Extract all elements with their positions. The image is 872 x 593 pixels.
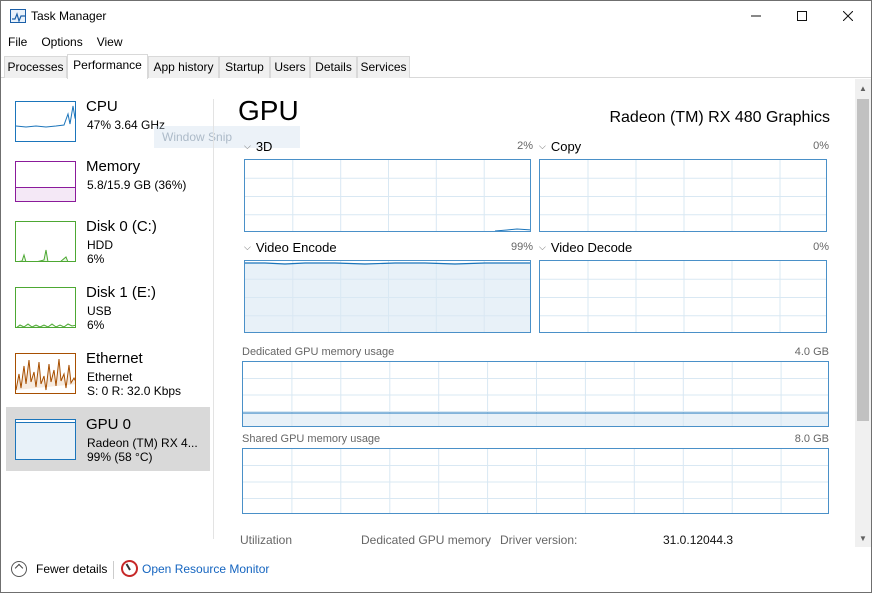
- resource-item-memory[interactable]: Memory 5.8/15.9 GB (36%): [6, 149, 210, 213]
- cpu-thumbnail-graph: [15, 101, 76, 142]
- chevron-up-circle-icon[interactable]: [11, 561, 27, 577]
- task-manager-window: Task Manager File Options View Processes…: [0, 0, 872, 593]
- title-bar: Task Manager: [1, 1, 871, 31]
- dedicated-memory-stat-label: Dedicated GPU memory: [361, 533, 492, 547]
- chevron-down-icon: ⌵: [244, 141, 251, 151]
- resource-name: Memory: [86, 158, 141, 175]
- ethernet-thumbnail-graph: [15, 353, 76, 394]
- tab-performance[interactable]: Performance: [67, 54, 148, 79]
- engine-label: Video Encode: [255, 240, 337, 255]
- engine-label: Video Decode: [550, 240, 633, 255]
- resource-usage: 6%: [87, 318, 105, 332]
- window-snip-overlay: Window Snip: [154, 126, 300, 148]
- graph-dedicated-memory: [242, 361, 829, 427]
- menu-file[interactable]: File: [1, 32, 34, 52]
- pane-divider: [213, 99, 214, 539]
- shared-memory-max: 8.0 GB: [794, 433, 829, 445]
- menu-bar: File Options View: [1, 32, 130, 52]
- minimize-button[interactable]: [733, 1, 779, 31]
- maximize-button[interactable]: [779, 1, 825, 31]
- scroll-up-arrow-icon[interactable]: ▲: [855, 79, 871, 97]
- utilization-label: Utilization: [240, 533, 293, 547]
- scrollbar-thumb[interactable]: [857, 99, 869, 421]
- vertical-scrollbar[interactable]: ▲ ▼: [855, 79, 871, 547]
- resource-detail: Radeon (TM) RX 4...: [87, 436, 198, 450]
- driver-version-label: Driver version:: [500, 533, 578, 547]
- graph-shared-memory: [242, 448, 829, 514]
- resource-name: GPU 0: [86, 416, 132, 433]
- dedicated-memory-label: Dedicated GPU memory usage: [242, 346, 395, 358]
- tab-details[interactable]: Details: [310, 56, 357, 78]
- window-title: Task Manager: [31, 9, 107, 23]
- shared-memory-label: Shared GPU memory usage: [242, 433, 381, 445]
- resource-item-ethernet[interactable]: Ethernet Ethernet S: 0 R: 32.0 Kbps: [6, 341, 210, 405]
- resource-throughput: S: 0 R: 32.0 Kbps: [87, 384, 182, 398]
- resource-usage: 6%: [87, 252, 105, 266]
- dedicated-memory-max: 4.0 GB: [794, 346, 829, 358]
- chevron-down-icon: ⌵: [244, 242, 251, 252]
- tab-bar: Processes Performance App history Startu…: [1, 54, 871, 79]
- footer-divider: [113, 561, 114, 579]
- resource-list: CPU 47% 3.64 GHz Memory 5.8/15.9 GB (36%…: [1, 79, 213, 549]
- resource-name: Disk 0 (C:): [86, 218, 157, 235]
- tab-processes[interactable]: Processes: [4, 56, 67, 78]
- resource-item-gpu-0[interactable]: GPU 0 Radeon (TM) RX 4... 99% (58 °C): [6, 407, 210, 471]
- engine-selector-video-decode[interactable]: ⌵ Video Decode: [539, 240, 632, 255]
- memory-thumbnail-graph: [15, 161, 76, 202]
- fewer-details-button[interactable]: Fewer details: [36, 562, 107, 576]
- menu-view[interactable]: View: [90, 32, 130, 52]
- graph-video-decode: [539, 260, 827, 333]
- menu-options[interactable]: Options: [34, 32, 89, 52]
- graph-copy: [539, 159, 827, 232]
- engine-percent: 2%: [517, 140, 533, 152]
- open-resource-monitor-link[interactable]: Open Resource Monitor: [142, 562, 269, 576]
- resource-name: Disk 1 (E:): [86, 284, 157, 301]
- tab-app-history[interactable]: App history: [148, 56, 219, 78]
- chevron-down-icon: ⌵: [539, 141, 546, 151]
- scroll-down-arrow-icon[interactable]: ▼: [855, 529, 871, 547]
- engine-label: 3D: [255, 139, 273, 154]
- graph-3d: [244, 159, 531, 232]
- gpu-model-name: Radeon (TM) RX 480 Graphics: [609, 109, 830, 126]
- resource-item-disk-1[interactable]: Disk 1 (E:) USB 6%: [6, 275, 210, 339]
- tab-users[interactable]: Users: [270, 56, 310, 78]
- engine-percent: 0%: [813, 241, 829, 253]
- resource-item-disk-0[interactable]: Disk 0 (C:) HDD 6%: [6, 209, 210, 273]
- gpu-thumbnail-graph: [15, 419, 76, 460]
- detail-title: GPU: [238, 95, 299, 126]
- close-button[interactable]: [825, 1, 871, 31]
- resource-name: Ethernet: [86, 350, 143, 367]
- engine-selector-copy[interactable]: ⌵ Copy: [539, 139, 581, 154]
- resource-name: CPU: [86, 98, 118, 115]
- engine-percent: 99%: [510, 241, 533, 253]
- tab-startup[interactable]: Startup: [219, 56, 270, 78]
- graph-video-encode: [244, 260, 531, 333]
- resource-monitor-icon[interactable]: [121, 560, 138, 577]
- engine-selector-video-encode[interactable]: ⌵ Video Encode: [244, 240, 337, 255]
- tab-services[interactable]: Services: [357, 56, 410, 78]
- resource-type: Ethernet: [87, 370, 133, 384]
- chevron-down-icon: ⌵: [539, 242, 546, 252]
- disk-0-thumbnail-graph: [15, 221, 76, 262]
- engine-selector-3d[interactable]: ⌵ 3D: [244, 139, 272, 154]
- driver-version-value: 31.0.12044.3: [663, 533, 734, 547]
- engine-percent: 0%: [813, 140, 829, 152]
- task-manager-icon: [10, 9, 26, 23]
- resource-detail: 5.8/15.9 GB (36%): [87, 178, 187, 192]
- footer: Fewer details Open Resource Monitor: [1, 551, 871, 592]
- resource-type: USB: [87, 304, 112, 318]
- disk-1-thumbnail-graph: [15, 287, 76, 328]
- resource-usage: 99% (58 °C): [87, 450, 153, 464]
- resource-type: HDD: [87, 238, 113, 252]
- engine-label: Copy: [550, 139, 582, 154]
